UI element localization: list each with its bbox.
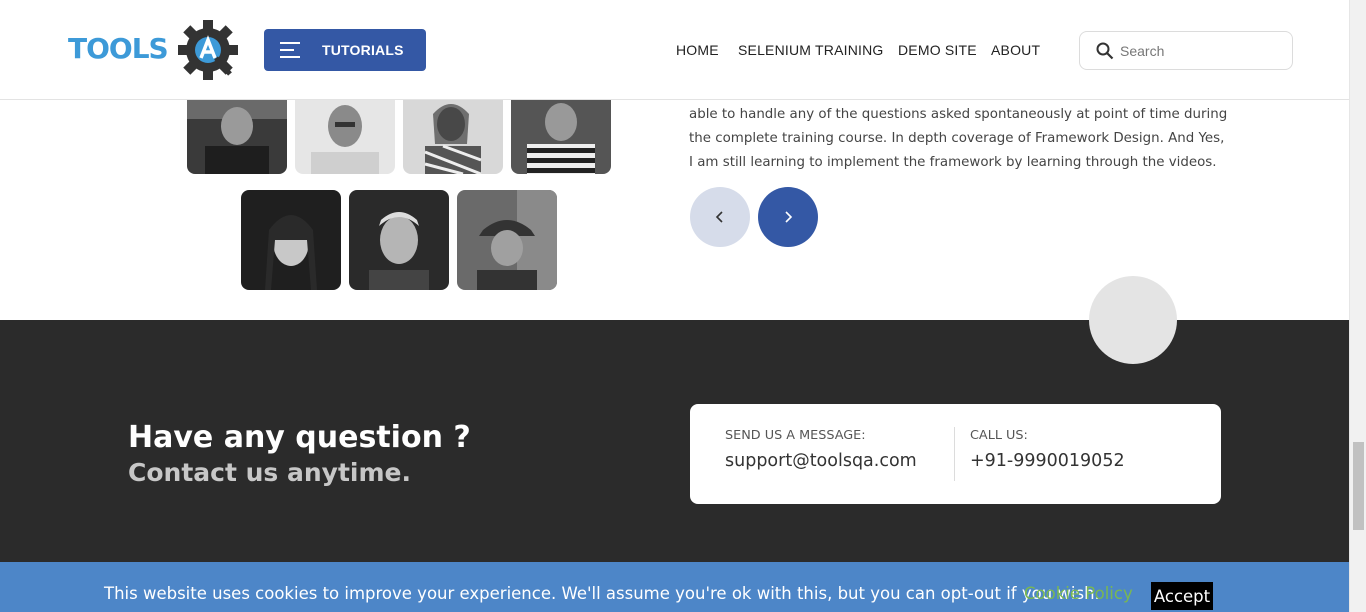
footer-subheading: Contact us anytime. — [128, 458, 411, 487]
chevron-left-icon — [715, 211, 723, 223]
cookie-banner: This website uses cookies to improve you… — [0, 562, 1349, 612]
site-header: TOOLS TUTORIALS HOME SELENIUM TRAINING D… — [0, 0, 1349, 100]
search-input[interactable] — [1120, 40, 1280, 62]
scrollbar-thumb[interactable] — [1353, 442, 1364, 530]
student-photo[interactable] — [241, 190, 341, 290]
next-testimonial-button[interactable] — [758, 187, 818, 247]
cookie-policy-link[interactable]: Cookie Policy — [1024, 584, 1133, 603]
support-email[interactable]: support@toolsqa.com — [725, 451, 917, 471]
page-scrollbar[interactable] — [1349, 0, 1366, 612]
prev-testimonial-button[interactable] — [690, 187, 750, 247]
accept-cookies-button[interactable]: Accept — [1151, 582, 1213, 610]
contact-card: SEND US A MESSAGE: support@toolsqa.com C… — [690, 404, 1221, 504]
toolsqa-logo[interactable]: TOOLS — [68, 18, 240, 82]
menu-icon — [280, 42, 300, 58]
nav-demo-site[interactable]: DEMO SITE — [898, 42, 977, 58]
student-photo[interactable] — [349, 190, 449, 290]
logo-text: TOOLS — [68, 32, 169, 65]
footer-heading: Have any question ? — [128, 420, 471, 455]
cookie-message: This website uses cookies to improve you… — [104, 584, 1100, 603]
message-column: SEND US A MESSAGE: support@toolsqa.com — [725, 428, 917, 471]
phone-number[interactable]: +91-9990019052 — [970, 451, 1125, 471]
student-photo[interactable] — [457, 190, 557, 290]
call-column: CALL US: +91-9990019052 — [970, 428, 1125, 471]
nav-home[interactable]: HOME — [676, 42, 719, 58]
decorative-circle — [1089, 276, 1177, 364]
gear-icon — [178, 20, 238, 80]
testimonial-text: able to handle any of the questions aske… — [689, 107, 1228, 170]
call-label: CALL US: — [970, 428, 1028, 443]
nav-selenium-training[interactable]: SELENIUM TRAINING — [738, 42, 884, 58]
search-box — [1079, 31, 1293, 70]
tutorials-button[interactable]: TUTORIALS — [264, 29, 426, 71]
divider — [954, 427, 955, 481]
nav-about[interactable]: ABOUT — [991, 42, 1040, 58]
tutorials-label: TUTORIALS — [322, 42, 404, 58]
chevron-right-icon — [785, 211, 793, 223]
search-icon[interactable] — [1096, 42, 1114, 60]
message-label: SEND US A MESSAGE: — [725, 428, 866, 443]
